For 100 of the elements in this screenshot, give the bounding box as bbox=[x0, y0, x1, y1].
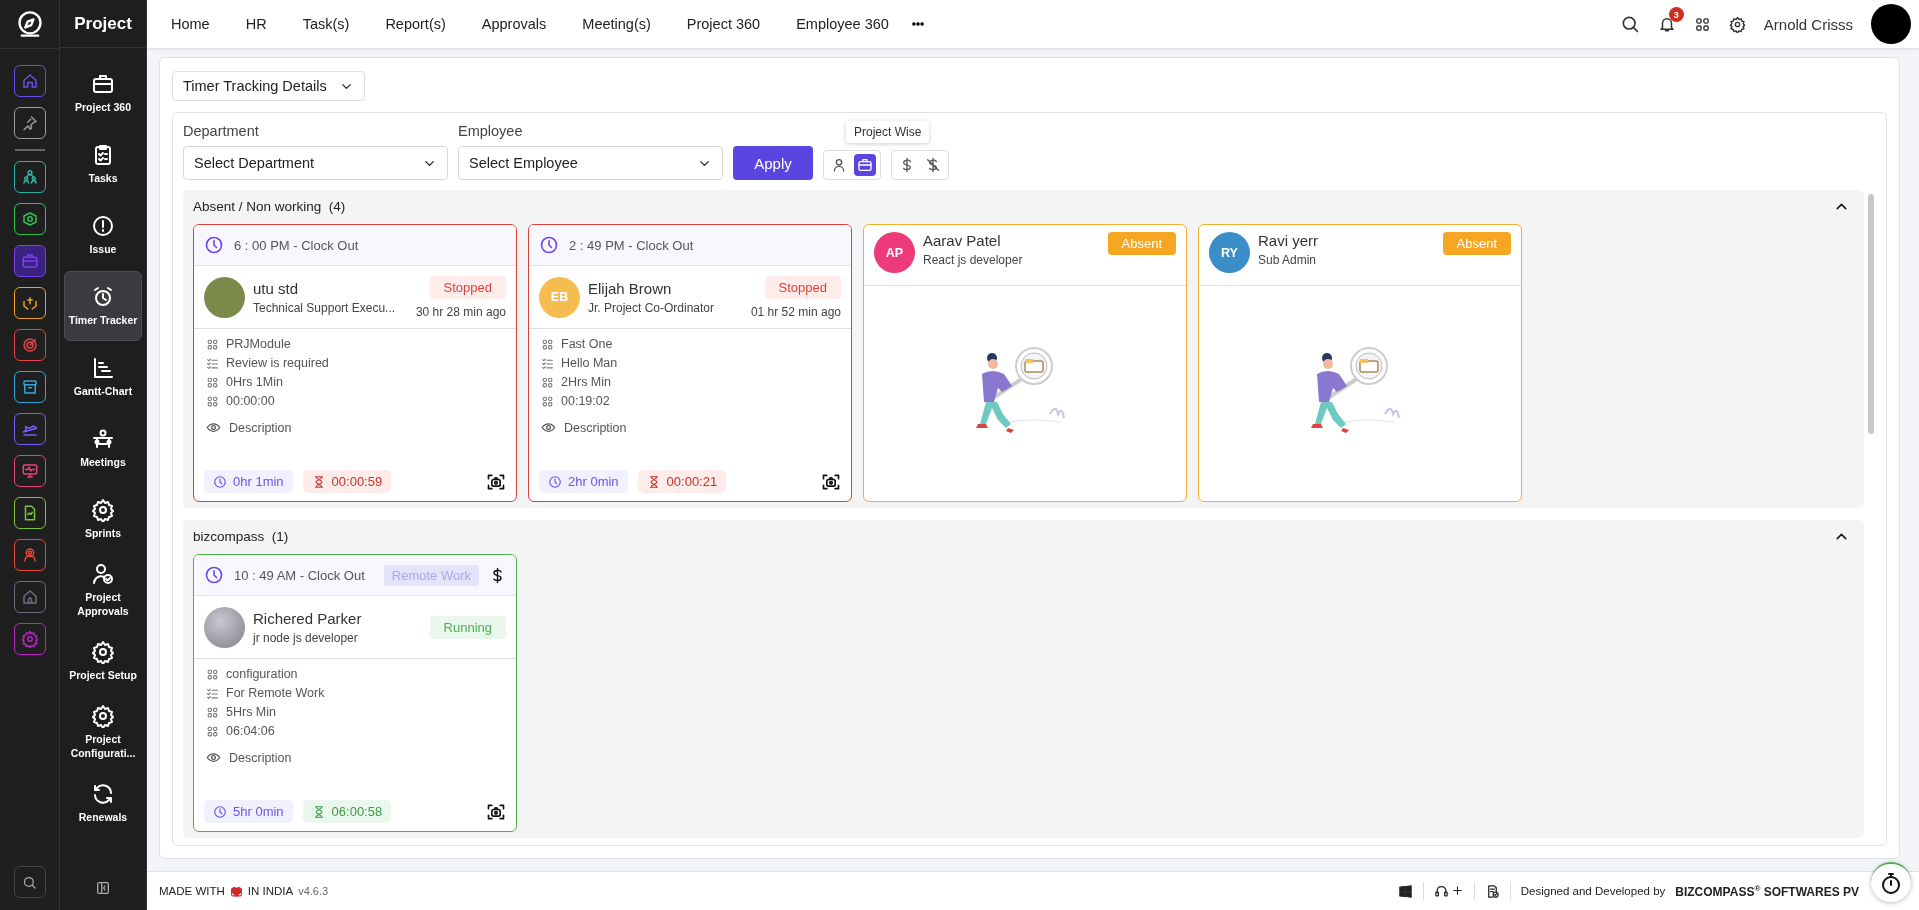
app-shortcut[interactable] bbox=[13, 623, 46, 655]
apply-button[interactable]: Apply bbox=[733, 146, 813, 180]
duration-chip: 0hr 1min bbox=[204, 470, 293, 493]
module-icon bbox=[206, 394, 219, 408]
detail-text: 0Hrs 1Min bbox=[226, 375, 283, 389]
sidebar-item[interactable]: Project Configurati... bbox=[64, 697, 142, 767]
credit-text: Designed and Developed by bbox=[1520, 885, 1666, 897]
initials-avatar: AP bbox=[874, 232, 915, 273]
user-icon bbox=[831, 157, 847, 173]
employee-name: Ravi yerr bbox=[1258, 232, 1319, 249]
description-link[interactable]: Description bbox=[194, 408, 516, 435]
gantt-chart-icon bbox=[91, 355, 115, 380]
app-shortcut[interactable] bbox=[13, 161, 46, 193]
nav-link[interactable]: Report(s) bbox=[367, 16, 464, 32]
sidebar-item[interactable]: Project Approvals bbox=[64, 555, 142, 625]
clock-icon bbox=[213, 474, 227, 489]
support-button[interactable] bbox=[1433, 883, 1464, 899]
description-link[interactable]: Description bbox=[194, 738, 516, 765]
settings-icon bbox=[1728, 15, 1746, 33]
clock-icon bbox=[539, 235, 559, 255]
refresh-icon bbox=[91, 781, 115, 806]
clock-out-time: 6 : 00 PM - Clock Out bbox=[234, 237, 359, 253]
app-shortcut[interactable] bbox=[13, 371, 46, 403]
description-link[interactable]: Description bbox=[529, 408, 851, 435]
employee-role: Sub Admin bbox=[1258, 253, 1318, 267]
nav-link[interactable]: Project 360 bbox=[668, 16, 779, 32]
sidebar-item[interactable]: Renewals bbox=[64, 768, 142, 838]
windows-icon bbox=[1397, 883, 1413, 899]
nav-link[interactable]: Approvals bbox=[463, 16, 565, 32]
nav-link[interactable]: Meeting(s) bbox=[564, 16, 669, 32]
notifications-button[interactable]: 3 bbox=[1657, 7, 1684, 33]
crossed-dollar-icon bbox=[925, 157, 941, 173]
view-dropdown[interactable]: Timer Tracking Details bbox=[172, 71, 365, 101]
hands-icon bbox=[20, 294, 39, 312]
detail-text: configuration bbox=[226, 667, 298, 681]
employee-select[interactable]: Select Employee bbox=[458, 146, 723, 180]
user-check-icon bbox=[91, 561, 115, 586]
sidebar-item[interactable]: Project 360 bbox=[64, 58, 142, 128]
sidebar-item[interactable]: Tasks bbox=[64, 129, 142, 199]
detail-text: PRJModule bbox=[226, 337, 291, 351]
app-shortcut[interactable] bbox=[13, 455, 46, 487]
sidebar-item[interactable]: Sprints bbox=[64, 484, 142, 554]
employee-role: React js developer bbox=[923, 253, 1024, 267]
detail-text: Review is required bbox=[226, 356, 329, 370]
footer-text: MADE WITH bbox=[159, 885, 225, 897]
apps-button[interactable] bbox=[1693, 15, 1711, 33]
app-shortcut[interactable] bbox=[13, 287, 46, 319]
avatar-placeholder bbox=[204, 606, 245, 648]
sidebar-item[interactable]: Issue bbox=[64, 200, 142, 270]
employee-name: Elijah Brown bbox=[588, 279, 673, 297]
alert-icon bbox=[91, 213, 115, 238]
nav-link[interactable]: Home bbox=[153, 16, 228, 32]
user-name[interactable]: Arnold Crisss bbox=[1763, 15, 1853, 33]
app-shortcut[interactable] bbox=[13, 413, 46, 445]
sidebar-item[interactable]: Timer Tracker bbox=[64, 271, 142, 341]
employee-role: Technical Support Execu... bbox=[253, 300, 397, 315]
app-shortcut[interactable] bbox=[13, 107, 46, 139]
company-name: BIZCOMPASS$^{®}$ SOFTWARES PV bbox=[1675, 883, 1859, 899]
project-wise-toggle[interactable] bbox=[854, 154, 876, 176]
module-icon bbox=[206, 375, 219, 389]
photo-placeholder bbox=[204, 276, 245, 318]
nav-link[interactable]: Task(s) bbox=[284, 16, 368, 32]
timer-chip: 06:00:58 bbox=[302, 800, 392, 823]
module-icon bbox=[206, 724, 219, 738]
detail-text: Hello Man bbox=[561, 356, 618, 370]
status-badge: Absent bbox=[1442, 232, 1511, 255]
eye-icon bbox=[541, 420, 556, 435]
app-shortcut[interactable] bbox=[13, 581, 46, 613]
user-avatar[interactable] bbox=[1871, 4, 1911, 44]
nav-link[interactable]: Employee 360 bbox=[778, 16, 907, 32]
app-shortcut[interactable] bbox=[13, 203, 46, 235]
status-badge: Stopped bbox=[764, 275, 841, 299]
gear-icon bbox=[91, 497, 115, 522]
app-shortcut[interactable] bbox=[13, 497, 46, 529]
app-shortcut[interactable] bbox=[13, 329, 46, 361]
detail-text: 5Hrs Min bbox=[226, 705, 276, 719]
settings-button[interactable] bbox=[1728, 15, 1746, 33]
sidebar-item[interactable]: Project Setup bbox=[64, 626, 142, 696]
app-shortcut[interactable] bbox=[13, 539, 46, 571]
compass-logo-icon bbox=[15, 10, 44, 38]
module-icon bbox=[541, 375, 554, 389]
clock-icon bbox=[204, 235, 224, 255]
status-badge: Stopped bbox=[429, 275, 506, 299]
status-badge: Running bbox=[429, 615, 506, 639]
sidebar-item[interactable]: Gantt-Chart bbox=[64, 342, 142, 412]
department-select[interactable]: Select Department bbox=[183, 146, 448, 180]
employee-name: utu std bbox=[253, 279, 300, 297]
collapse-button[interactable] bbox=[95, 880, 111, 896]
timer-button[interactable] bbox=[1871, 862, 1911, 902]
eye-icon bbox=[206, 420, 221, 435]
nav-link[interactable]: HR bbox=[227, 16, 285, 32]
detail-text: Fast One bbox=[561, 337, 613, 351]
archive-icon bbox=[20, 378, 39, 396]
people-icon bbox=[20, 168, 39, 186]
module-icon bbox=[206, 705, 219, 719]
detail-text: 00:00:00 bbox=[226, 394, 275, 408]
sidebar-item[interactable]: Meetings bbox=[64, 413, 142, 483]
windows-button[interactable] bbox=[1397, 883, 1413, 899]
employee-role: jr node js developer bbox=[253, 630, 359, 645]
employee-name: Richered Parker bbox=[253, 609, 363, 627]
